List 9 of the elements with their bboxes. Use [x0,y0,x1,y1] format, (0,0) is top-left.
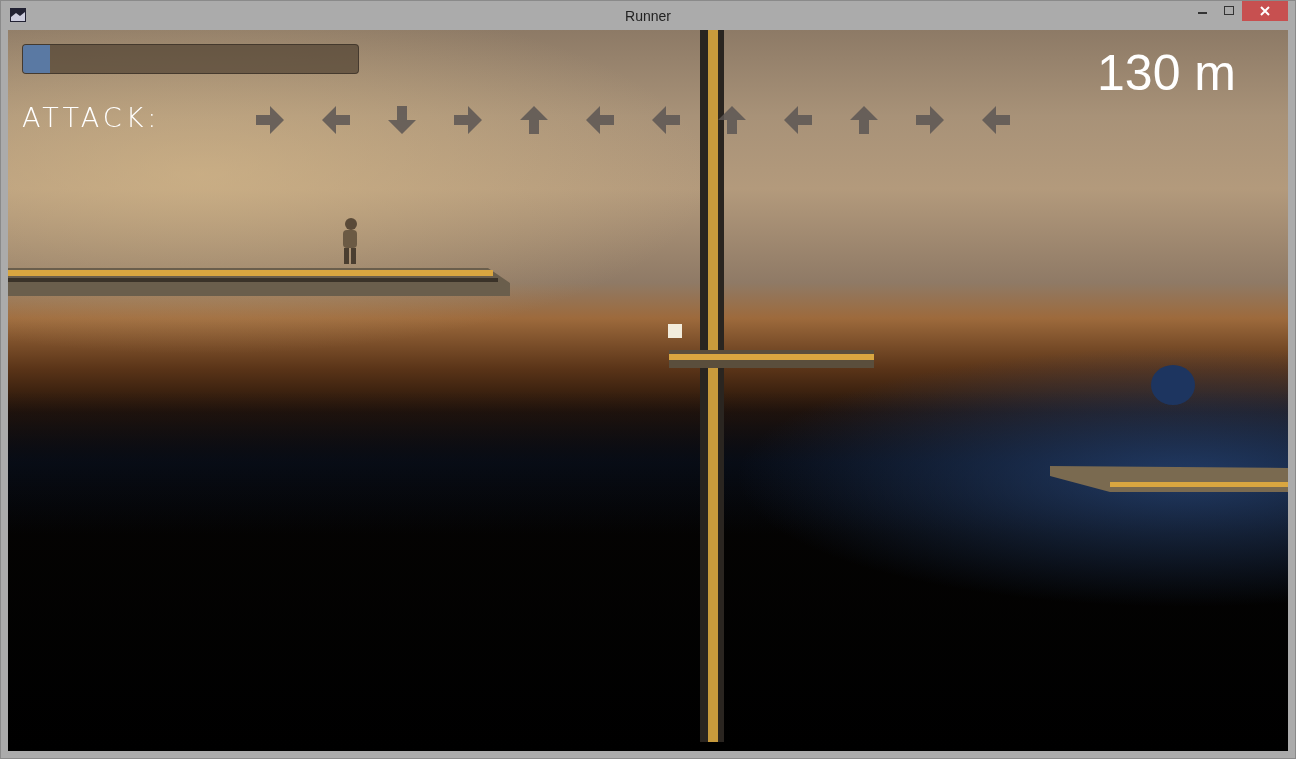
close-icon [1260,6,1270,16]
floating-sphere [1150,364,1196,406]
distance-readout: 130 m [1097,44,1236,102]
maximize-icon [1224,6,1234,16]
window-title: Runner [625,8,671,24]
close-button[interactable] [1242,1,1288,21]
floating-cube [668,324,682,338]
app-icon [10,8,26,22]
attack-label: ATTACK: [22,102,161,133]
